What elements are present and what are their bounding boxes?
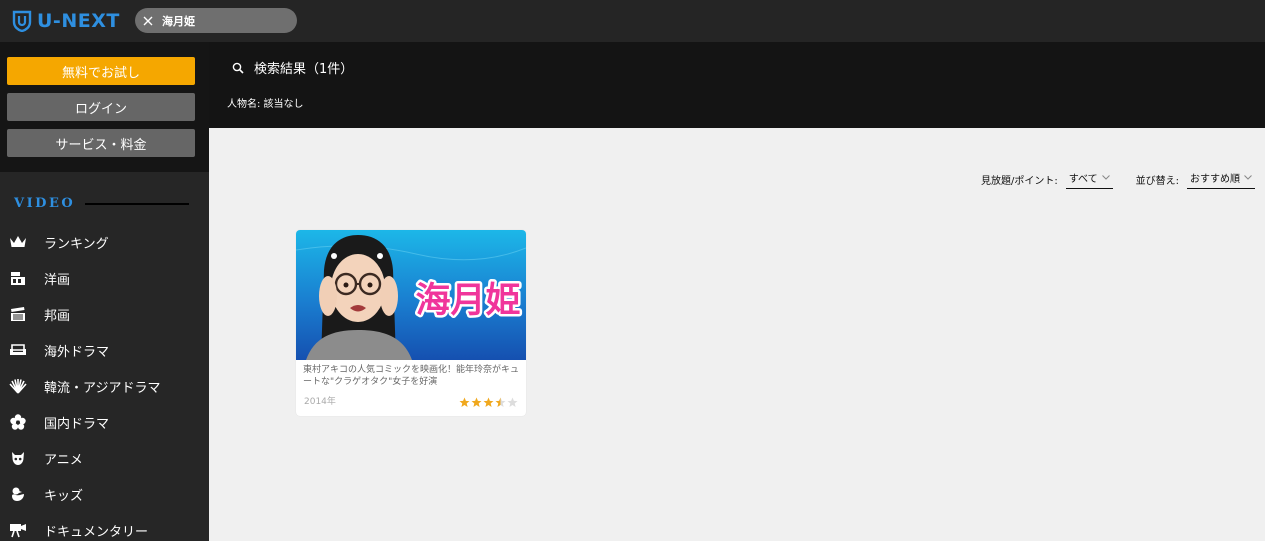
- availability-filter-select[interactable]: すべて: [1065, 170, 1113, 189]
- star-full-icon: [471, 397, 482, 407]
- top-bar: U-NEXT 海月姫: [0, 0, 1265, 42]
- sidebar-item-western-movies[interactable]: 洋画: [0, 260, 209, 296]
- sofa-icon: [9, 341, 27, 359]
- sidebar-item-label: 国内ドラマ: [44, 416, 110, 432]
- sidebar-item-label: 海外ドラマ: [44, 344, 110, 360]
- film-clapper-icon: [9, 269, 27, 287]
- chevron-down-icon: [1244, 175, 1252, 180]
- sidebar-item-label: ランキング: [44, 236, 109, 252]
- search-box[interactable]: 海月姫: [135, 8, 297, 33]
- mascot-icon: [9, 449, 27, 467]
- shield-logo-icon: [12, 10, 32, 32]
- title-logo-text: 海月姫: [415, 281, 520, 321]
- camera-icon: [9, 521, 27, 539]
- sidebar-item-label: ドキュメンタリー: [44, 524, 149, 540]
- result-count-text: 検索結果（1件）: [254, 62, 354, 77]
- duck-icon: [9, 485, 27, 503]
- flower-icon: [9, 413, 27, 431]
- heading-divider: [85, 202, 190, 205]
- chevron-down-icon: [1101, 175, 1110, 180]
- video-section-heading: VIDEO: [14, 196, 190, 211]
- crown-icon: [9, 233, 27, 251]
- filter-bar: 見放題/ポイント: すべて 並び替え: おすすめ順: [981, 170, 1255, 189]
- sidebar: 無料でお試し ログイン サービス・料金 VIDEO ランキング 洋画 邦画 海外…: [0, 42, 209, 541]
- sidebar-item-asian-drama[interactable]: 韓流・アジアドラマ: [0, 368, 209, 404]
- sidebar-item-label: アニメ: [44, 452, 83, 468]
- video-nav: ランキング 洋画 邦画 海外ドラマ 韓流・アジアドラマ 国内ドラマ アニメ キッ…: [0, 224, 209, 541]
- title-card[interactable]: 海月姫 海月姫 東村アキコの人気コミックを映画化！能年玲奈がキュートな"クラゲオ…: [296, 230, 526, 416]
- unext-logo[interactable]: U-NEXT: [12, 9, 120, 33]
- sort-value: おすすめ順: [1190, 174, 1240, 185]
- title-thumbnail[interactable]: 海月姫 海月姫: [296, 230, 526, 360]
- card-year: 2014年: [304, 397, 336, 407]
- sidebar-item-domestic-drama[interactable]: 国内ドラマ: [0, 404, 209, 440]
- sidebar-item-label: 邦画: [44, 308, 71, 324]
- sidebar-item-ranking[interactable]: ランキング: [0, 224, 209, 260]
- search-query[interactable]: 海月姫: [162, 13, 195, 29]
- search-result-header: 検索結果（1件） 人物名: 該当なし: [209, 42, 1265, 128]
- logo-text: U-NEXT: [37, 10, 120, 32]
- star-full-icon: [459, 397, 470, 407]
- card-description: 東村アキコの人気コミックを映画化！能年玲奈がキュートな"クラゲオタク"女子を好演: [303, 365, 520, 387]
- sort-select[interactable]: おすすめ順: [1187, 170, 1255, 189]
- sidebar-item-japanese-movies[interactable]: 邦画: [0, 296, 209, 332]
- sidebar-item-anime[interactable]: アニメ: [0, 440, 209, 476]
- close-icon[interactable]: [143, 16, 153, 26]
- sidebar-item-label: 韓流・アジアドラマ: [44, 380, 161, 396]
- sidebar-item-label: キッズ: [44, 488, 84, 504]
- search-icon: [232, 62, 244, 74]
- sort-label: 並び替え:: [1135, 176, 1179, 187]
- service-pricing-button[interactable]: サービス・料金: [7, 129, 195, 157]
- video-heading-label: VIDEO: [14, 196, 76, 211]
- fan-icon: [9, 377, 27, 395]
- sidebar-item-kids[interactable]: キッズ: [0, 476, 209, 512]
- sidebar-account-panel: 無料でお試し ログイン サービス・料金: [0, 42, 209, 172]
- availability-filter-value: すべて: [1068, 174, 1098, 185]
- star-full-icon: [483, 397, 494, 407]
- result-title: 検索結果（1件）: [232, 58, 353, 77]
- sidebar-item-documentary[interactable]: ドキュメンタリー: [0, 512, 209, 541]
- sidebar-item-overseas-drama[interactable]: 海外ドラマ: [0, 332, 209, 368]
- login-button[interactable]: ログイン: [7, 93, 195, 121]
- sidebar-item-label: 洋画: [44, 272, 71, 288]
- star-rating: [458, 397, 518, 408]
- star-empty-icon: [507, 397, 518, 407]
- availability-filter-label: 見放題/ポイント:: [980, 176, 1058, 187]
- star-half-icon: [495, 397, 506, 407]
- clapperboard-icon: [9, 305, 27, 323]
- person-result-text: 人物名: 該当なし: [227, 99, 304, 110]
- free-trial-button[interactable]: 無料でお試し: [7, 57, 195, 85]
